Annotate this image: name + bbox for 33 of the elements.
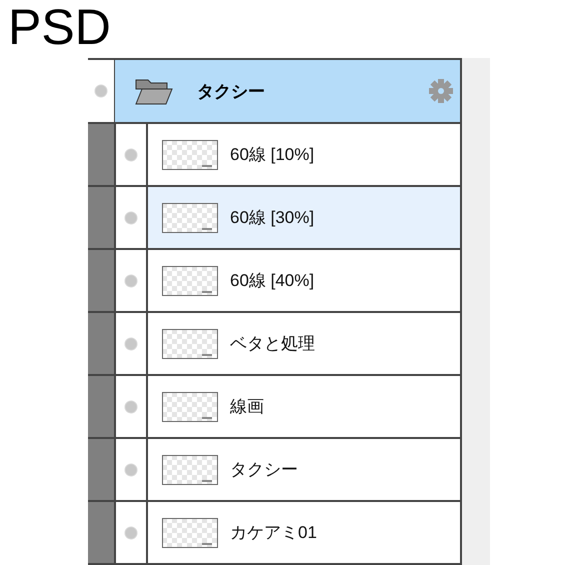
- layer-name: 60線 [30%]: [230, 207, 314, 229]
- layer-row[interactable]: 60線 [30%]: [148, 187, 462, 248]
- visibility-dot-icon[interactable]: [124, 274, 138, 288]
- layer-thumbnail: [162, 328, 218, 358]
- indent-bar: [88, 187, 114, 248]
- layer-name: 60線 [40%]: [230, 270, 314, 292]
- layer-thumbnail: [162, 140, 218, 170]
- indent-bar: [88, 439, 114, 500]
- visibility-dot-icon[interactable]: [124, 400, 138, 414]
- indent-bar: [88, 124, 114, 185]
- folder-row[interactable]: タクシー: [115, 60, 462, 122]
- indent-bar: [88, 376, 114, 437]
- indent-bar: [88, 313, 114, 374]
- layer-thumbnail: [162, 266, 218, 296]
- layer-thumbnail: [162, 518, 218, 548]
- layer-name: 線画: [230, 396, 264, 418]
- visibility-dot-icon[interactable]: [124, 526, 138, 540]
- layer-thumbnail: [162, 202, 218, 232]
- visibility-dot-icon[interactable]: [124, 336, 138, 350]
- layer-thumbnail: [162, 392, 218, 422]
- visibility-dot-icon[interactable]: [124, 148, 138, 162]
- indent-bar: [88, 250, 114, 311]
- layer-thumbnail: [162, 454, 218, 484]
- layer-name: ベタと処理: [230, 333, 315, 355]
- visibility-dot-icon[interactable]: [124, 462, 138, 476]
- visibility-dot-icon[interactable]: [94, 84, 108, 98]
- document-title: PSD: [8, 0, 111, 54]
- layer-name: カケアミ01: [230, 522, 317, 544]
- layer-name: タクシー: [230, 459, 298, 481]
- folder-name: タクシー: [197, 80, 266, 102]
- indent-bar: [88, 502, 114, 563]
- layer-name: 60線 [10%]: [230, 144, 314, 166]
- visibility-dot-icon[interactable]: [124, 210, 138, 224]
